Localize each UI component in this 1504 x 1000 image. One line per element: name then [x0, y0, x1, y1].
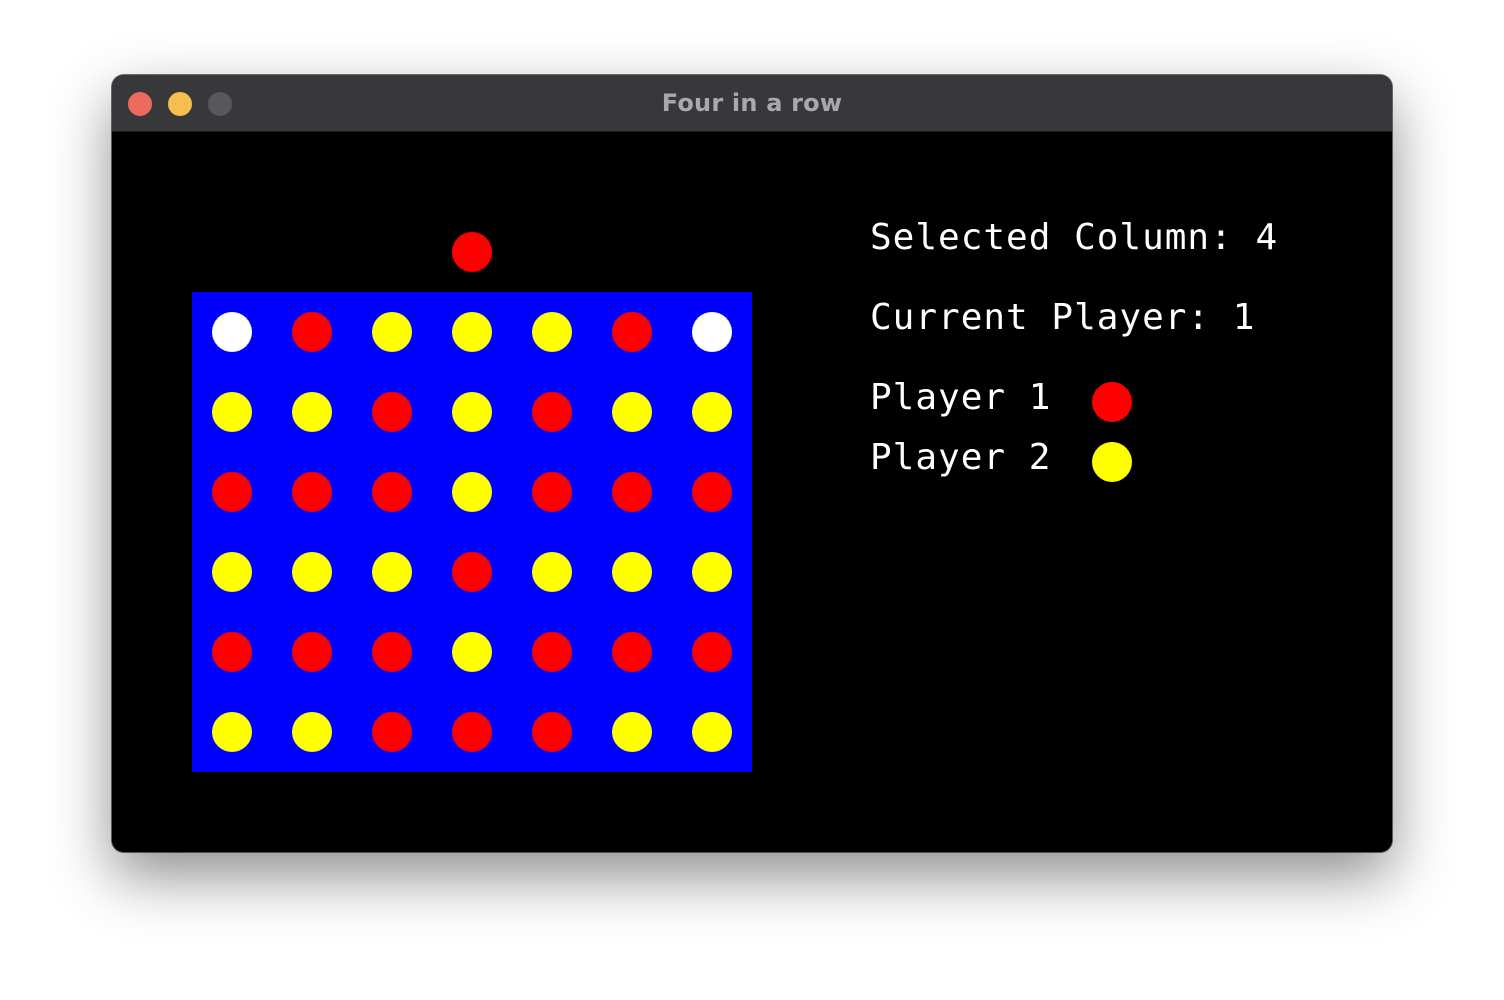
player2-disc: [372, 312, 412, 352]
selected-column-text: Selected Column: 4: [870, 217, 1279, 258]
player2-disc: [532, 552, 572, 592]
player1-disc: [452, 712, 492, 752]
player1-disc: [292, 632, 332, 672]
player1-disc: [372, 632, 412, 672]
player2-disc: [612, 552, 652, 592]
game-board[interactable]: [192, 292, 752, 772]
current-player-text: Current Player: 1: [870, 297, 1256, 338]
player1-label: Player 1: [870, 377, 1052, 418]
player2-disc-legend: [1092, 442, 1132, 482]
player2-disc: [692, 552, 732, 592]
player1-disc: [532, 712, 572, 752]
player1-disc: [372, 472, 412, 512]
player2-disc: [612, 392, 652, 432]
game-window: Four in a row Selected Column: 4 Current…: [112, 75, 1392, 852]
title-bar: Four in a row: [112, 75, 1392, 132]
player2-disc: [452, 472, 492, 512]
empty-slot: [212, 312, 252, 352]
player2-disc: [452, 632, 492, 672]
player2-disc: [532, 312, 572, 352]
player1-disc: [612, 472, 652, 512]
player1-disc: [692, 632, 732, 672]
player2-disc: [292, 552, 332, 592]
player1-disc: [612, 312, 652, 352]
player1-disc: [532, 392, 572, 432]
drop-preview-disc: [452, 232, 492, 272]
player2-disc: [212, 712, 252, 752]
player2-disc: [692, 712, 732, 752]
player1-disc: [212, 472, 252, 512]
player2-disc: [212, 552, 252, 592]
player2-disc: [692, 392, 732, 432]
player1-disc: [612, 632, 652, 672]
game-canvas[interactable]: Selected Column: 4 Current Player: 1 Pla…: [112, 132, 1392, 852]
player2-disc: [212, 392, 252, 432]
player2-disc: [292, 392, 332, 432]
player1-disc: [692, 472, 732, 512]
player2-disc: [372, 552, 412, 592]
player1-disc: [532, 632, 572, 672]
window-title: Four in a row: [661, 89, 843, 117]
player2-label: Player 2: [870, 437, 1052, 478]
player2-disc: [612, 712, 652, 752]
player1-disc: [292, 312, 332, 352]
player1-disc: [532, 472, 572, 512]
player2-disc: [452, 312, 492, 352]
player1-disc: [292, 472, 332, 512]
player2-disc: [452, 392, 492, 432]
empty-slot: [692, 312, 732, 352]
player1-disc: [452, 552, 492, 592]
player1-disc-legend: [1092, 382, 1132, 422]
player2-disc: [292, 712, 332, 752]
player1-disc: [372, 712, 412, 752]
player1-disc: [212, 632, 252, 672]
player1-disc: [372, 392, 412, 432]
